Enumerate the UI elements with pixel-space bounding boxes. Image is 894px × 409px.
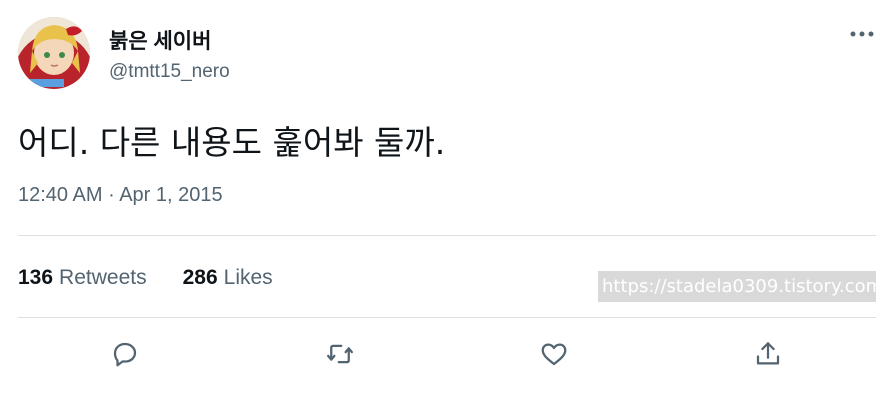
more-icon <box>850 31 874 37</box>
reply-icon <box>113 342 137 367</box>
divider <box>18 235 876 236</box>
tweet-stats: 136 Retweets 286 Likes <box>18 266 309 290</box>
likes-label: Likes <box>223 266 273 289</box>
retweets-count: 136 <box>18 266 54 289</box>
like-button[interactable] <box>536 336 572 372</box>
likes-count: 286 <box>182 266 218 289</box>
user-handle[interactable]: @tmtt15_nero <box>109 61 230 83</box>
retweets-stat[interactable]: 136 Retweets <box>18 266 147 290</box>
share-button[interactable] <box>750 336 786 372</box>
heart-icon <box>541 343 567 366</box>
avatar[interactable] <box>18 17 90 89</box>
tweet-text: 어디. 다른 내용도 훑어봐 둘까. <box>18 123 446 162</box>
tweet-time: 12:40 AM <box>18 184 103 206</box>
more-options-button[interactable] <box>846 22 878 46</box>
timestamp-separator: · <box>108 184 115 206</box>
retweet-icon <box>327 344 353 364</box>
avatar-image <box>18 17 90 89</box>
display-name[interactable]: 붉은 세이버 <box>109 25 211 55</box>
retweet-button[interactable] <box>322 336 358 372</box>
likes-stat[interactable]: 286 Likes <box>183 266 273 290</box>
retweets-label: Retweets <box>59 266 147 289</box>
reply-button[interactable] <box>107 336 143 372</box>
tweet-timestamp[interactable]: 12:40 AM · Apr 1, 2015 <box>18 184 223 207</box>
divider <box>18 317 876 318</box>
tweet-date: Apr 1, 2015 <box>119 184 223 206</box>
watermark: https://stadela0309.tistory.com <box>598 271 883 302</box>
share-icon <box>756 342 780 365</box>
